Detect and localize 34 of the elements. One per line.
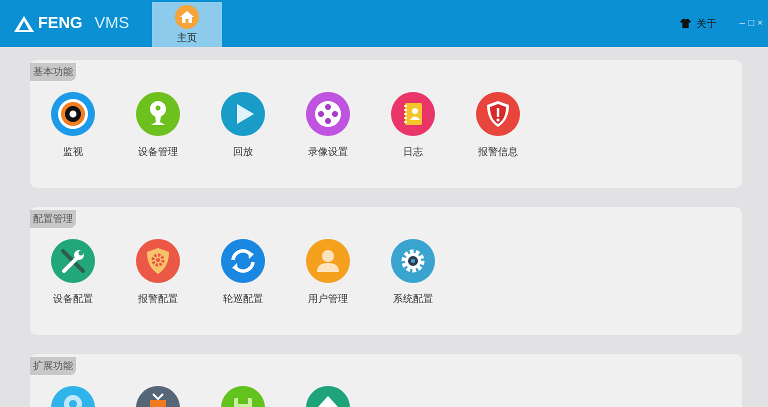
shield-gear-icon[interactable] (136, 239, 180, 283)
about-button[interactable]: 关于 (696, 16, 717, 30)
icon-label: 设备配置 (52, 292, 94, 306)
icon-label: 设备管理 (137, 146, 179, 159)
sync-icon[interactable] (221, 239, 265, 283)
icon-label: 系统配置 (392, 292, 434, 306)
camera-lens-icon[interactable] (51, 92, 95, 136)
logo-text: FENG (38, 14, 82, 32)
settings-icon[interactable] (391, 239, 435, 283)
home-tab[interactable]: 主页 (152, 2, 222, 47)
home-icon (175, 4, 199, 28)
tools-icon[interactable] (51, 239, 95, 283)
logo-icon (14, 16, 34, 32)
maximize-button[interactable]: □ (747, 18, 756, 29)
address-book-icon[interactable] (391, 92, 435, 136)
icon-label: 轮巡配置 (222, 292, 264, 306)
section-title: 基本功能 (30, 63, 76, 81)
section-title: 扩展功能 (30, 357, 76, 375)
webcam-icon[interactable] (136, 92, 180, 136)
icon-label: 报警信息 (477, 146, 519, 159)
icon-label: 监视 (62, 146, 84, 159)
section-title: 配置管理 (30, 210, 76, 228)
film-reel-icon[interactable] (306, 92, 350, 136)
icon-label: 报警配置 (137, 292, 179, 306)
icon-label: 回放 (232, 146, 254, 159)
app-name: VMS (94, 14, 130, 32)
shirt-icon[interactable] (680, 18, 691, 29)
icon-label: 录像设置 (307, 146, 349, 159)
shield-alert-icon[interactable] (476, 92, 520, 136)
icon-label: 用户管理 (307, 292, 349, 306)
minimize-button[interactable]: – (738, 18, 746, 29)
play-icon[interactable] (221, 92, 265, 136)
icon-label: 日志 (402, 146, 424, 159)
close-button[interactable]: × (756, 18, 764, 29)
